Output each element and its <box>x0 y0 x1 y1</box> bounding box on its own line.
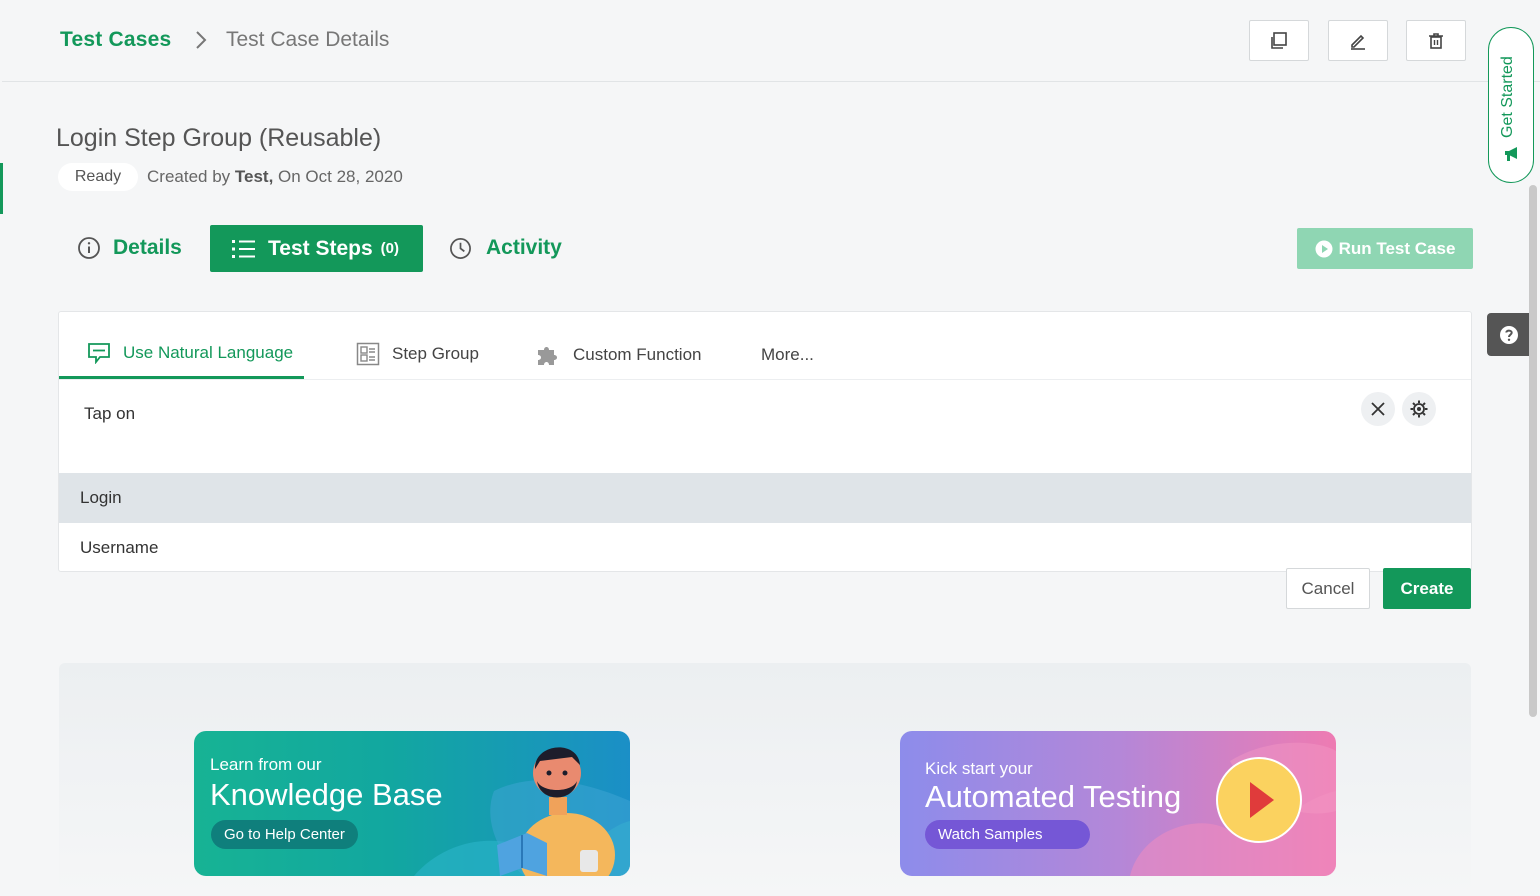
suggestion-item[interactable]: Username <box>59 523 1471 573</box>
subtab-more[interactable]: More... <box>761 345 814 365</box>
subtab-natural-language-label: Use Natural Language <box>123 343 294 362</box>
run-test-case-label: Run Test Case <box>1338 238 1456 258</box>
edit-button[interactable] <box>1328 20 1388 61</box>
subtab-custom-function-label: Custom Function <box>573 345 702 364</box>
help-button[interactable] <box>1487 313 1530 356</box>
tab-activity[interactable]: Activity <box>449 236 562 260</box>
subtab-step-group[interactable]: Step Group <box>356 342 479 366</box>
breadcrumb-test-cases[interactable]: Test Cases <box>60 28 171 52</box>
tab-activity-label: Activity <box>486 236 562 259</box>
delete-button[interactable] <box>1406 20 1466 61</box>
created-prefix: Created by <box>147 167 235 186</box>
step-editor: Use Natural Language Step Group Custom F… <box>58 311 1472 572</box>
go-to-help-center-button[interactable]: Go to Help Center <box>211 820 358 849</box>
suggestion-item[interactable]: Login <box>59 473 1471 523</box>
trash-icon <box>1429 32 1443 49</box>
megaphone-icon <box>1505 147 1517 161</box>
breadcrumb-current: Test Case Details <box>226 28 390 51</box>
subtab-step-group-label: Step Group <box>392 344 479 363</box>
copy-icon <box>1271 31 1287 49</box>
play-circle-icon <box>1315 240 1333 257</box>
scrollbar[interactable] <box>1529 185 1537 717</box>
chat-icon <box>88 343 110 364</box>
at-title: Automated Testing <box>925 779 1182 814</box>
tab-details[interactable]: Details <box>77 236 182 260</box>
subtab-custom-function[interactable]: Custom Function <box>535 342 702 368</box>
tab-test-steps[interactable]: Test Steps (0) <box>210 225 423 272</box>
divider <box>59 379 1471 380</box>
automated-testing-card[interactable]: Kick start your Automated Testing Watch … <box>900 731 1336 876</box>
get-started-label: Get Started <box>1499 56 1516 138</box>
page-title: Login Step Group (Reusable) <box>56 124 382 152</box>
puzzle-icon <box>538 347 557 365</box>
at-subtitle: Kick start your <box>925 759 1033 778</box>
clear-step-button[interactable] <box>1361 392 1395 426</box>
active-nav-indicator <box>0 163 3 214</box>
step-input[interactable]: Tap on <box>84 404 135 424</box>
cancel-button[interactable]: Cancel <box>1286 568 1370 609</box>
kb-title: Knowledge Base <box>210 777 443 812</box>
reader-illustration <box>497 747 615 876</box>
watch-samples-button[interactable]: Watch Samples <box>925 820 1090 849</box>
gear-icon <box>1410 400 1428 418</box>
created-on: On Oct 28, 2020 <box>273 167 403 186</box>
status-badge: Ready <box>58 163 138 191</box>
subtab-natural-language[interactable]: Use Natural Language <box>87 342 293 364</box>
play-icon <box>1216 757 1302 843</box>
created-by: Test, <box>234 167 274 186</box>
question-icon <box>1499 325 1518 344</box>
subtab-more-label: More... <box>761 345 814 364</box>
list-icon <box>232 239 255 258</box>
clock-icon <box>450 237 471 259</box>
get-started-button[interactable]: Get Started <box>1488 27 1534 183</box>
tab-details-label: Details <box>113 236 182 259</box>
copy-button[interactable] <box>1249 20 1309 61</box>
tab-test-steps-count: (0) <box>380 240 399 257</box>
info-icon <box>78 237 100 259</box>
top-bar: Test Cases Test Case Details <box>2 0 1540 82</box>
pencil-icon <box>1351 34 1365 50</box>
step-group-icon <box>356 342 380 366</box>
kb-subtitle: Learn from our <box>210 755 322 774</box>
create-button[interactable]: Create <box>1383 568 1471 609</box>
tab-test-steps-label: Test Steps <box>268 236 373 260</box>
chevron-right-icon <box>196 31 207 49</box>
knowledge-base-card[interactable]: Learn from our Knowledge Base Go to Help… <box>194 731 630 876</box>
close-icon <box>1371 402 1385 416</box>
created-meta: Created by Test, On Oct 28, 2020 <box>147 167 403 187</box>
step-settings-button[interactable] <box>1402 392 1436 426</box>
run-test-case-button[interactable]: Run Test Case <box>1297 228 1473 269</box>
